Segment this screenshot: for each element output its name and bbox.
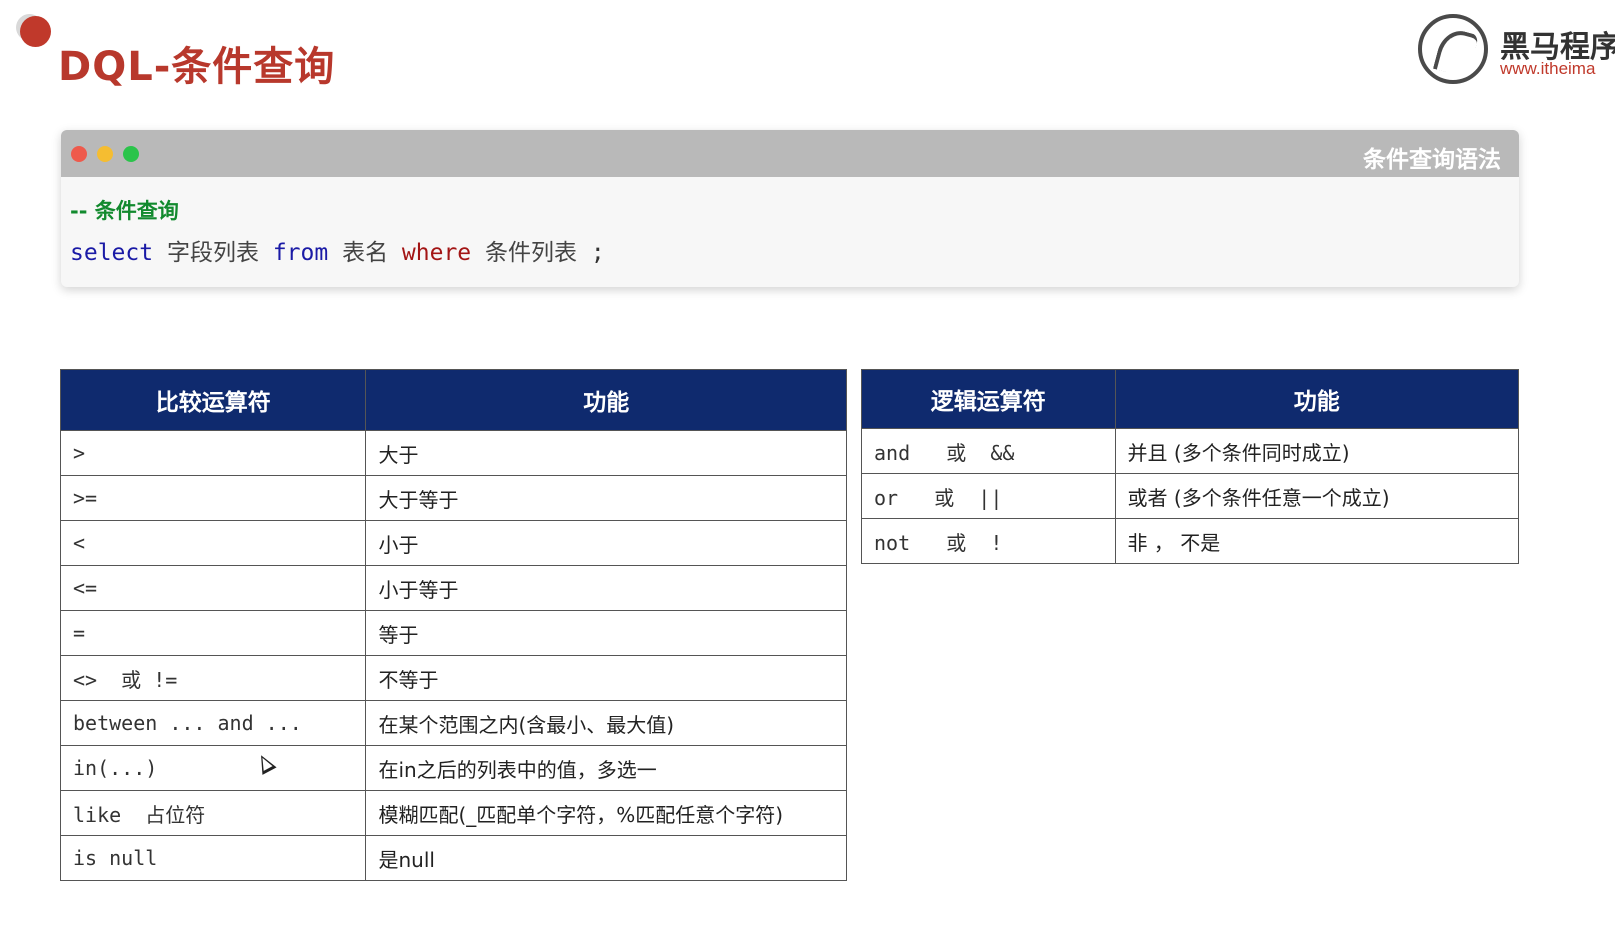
code-fields: 字段列表: [166, 240, 259, 266]
table-row: > 大于: [59, 430, 847, 476]
table-row: and 或 && 并且 (多个条件同时成立): [861, 428, 1520, 474]
column-header: 功能: [365, 369, 847, 431]
window-close-dot-icon: [71, 146, 87, 162]
table-row: < 小于: [59, 520, 847, 566]
table-row: <= 小于等于: [59, 565, 847, 611]
table-row: = 等于: [59, 610, 847, 656]
operator-cell: <: [59, 520, 367, 566]
keyword-where: where: [401, 240, 472, 266]
function-cell: 大于: [365, 430, 847, 476]
column-header: 比较运算符: [59, 369, 367, 431]
function-cell: 等于: [365, 610, 847, 656]
table-row: <> 或 != 不等于: [59, 655, 847, 701]
table-row: like 占位符 模糊匹配(_匹配单个字符，%匹配任意个字符): [59, 790, 847, 836]
table-row: not 或 ! 非 ， 不是: [861, 518, 1520, 564]
operator-cell: <=: [59, 565, 367, 611]
window-title-bar: 条件查询语法: [61, 130, 1519, 177]
function-cell: 不等于: [365, 655, 847, 701]
function-cell: 非 ， 不是: [1114, 518, 1520, 564]
keyword-from: from: [272, 240, 329, 266]
operator-cell: in(...): [59, 745, 367, 791]
table-row: or 或 || 或者 (多个条件任意一个成立): [861, 473, 1520, 519]
function-cell: 大于等于: [365, 475, 847, 521]
horse-logo-icon: [1418, 14, 1488, 84]
title-bullet-icon: [20, 16, 51, 47]
slide-title: DQL-条件查询: [58, 44, 336, 90]
logical-operators-table: 逻辑运算符 功能 and 或 && 并且 (多个条件同时成立) or 或 || …: [861, 369, 1520, 564]
function-cell: 并且 (多个条件同时成立): [1114, 428, 1520, 474]
brand-logo: 黑马程序 www.itheima: [1418, 12, 1615, 87]
code-body: -- 条件查询 select 字段列表 from 表名 where 条件列表 ;: [61, 177, 1519, 267]
function-cell: 是null: [365, 835, 847, 881]
operator-cell: >: [59, 430, 367, 476]
operator-cell: between ... and ...: [59, 700, 367, 746]
function-cell: 在某个范围之内(含最小、最大值): [365, 700, 847, 746]
code-terminator: ;: [590, 240, 605, 266]
table-row: is null 是null: [59, 835, 847, 881]
code-line: select 字段列表 from 表名 where 条件列表 ;: [70, 233, 1510, 267]
function-cell: 模糊匹配(_匹配单个字符，%匹配任意个字符): [365, 790, 847, 836]
table-row: >= 大于等于: [59, 475, 847, 521]
function-cell: 或者 (多个条件任意一个成立): [1114, 473, 1520, 519]
logo-url: www.itheima: [1500, 59, 1596, 78]
operator-cell: >=: [59, 475, 367, 521]
comparison-operators-table: 比较运算符 功能 > 大于 >= 大于等于 < 小于 <= 小于等于 = 等于 …: [59, 369, 847, 881]
slide: DQL-条件查询 黑马程序 www.itheima 条件查询语法 -- 条件查询…: [0, 0, 1615, 934]
function-cell: 小于等于: [365, 565, 847, 611]
operator-cell: like 占位符: [59, 790, 367, 836]
operator-cell: and 或 &&: [861, 428, 1116, 474]
operator-cell: is null: [59, 835, 367, 881]
table-header-row: 逻辑运算符 功能: [861, 369, 1520, 429]
operator-cell: or 或 ||: [861, 473, 1116, 519]
keyword-select: select: [70, 240, 154, 266]
window-title: 条件查询语法: [1363, 147, 1501, 173]
column-header: 功能: [1114, 369, 1520, 429]
table-row: between ... and ... 在某个范围之内(含最小、最大值): [59, 700, 847, 746]
function-cell: 小于: [365, 520, 847, 566]
table-row: in(...) 在in之后的列表中的值，多选一: [59, 745, 847, 791]
code-window: 条件查询语法 -- 条件查询 select 字段列表 from 表名 where…: [61, 130, 1519, 287]
code-comment: -- 条件查询: [70, 199, 179, 223]
table-header-row: 比较运算符 功能: [59, 369, 847, 431]
operator-cell: <> 或 !=: [59, 655, 367, 701]
function-cell: 在in之后的列表中的值，多选一: [365, 745, 847, 791]
code-table: 表名: [342, 240, 389, 266]
operator-cell: =: [59, 610, 367, 656]
window-minimize-dot-icon: [97, 146, 113, 162]
window-maximize-dot-icon: [123, 146, 139, 162]
column-header: 逻辑运算符: [861, 369, 1116, 429]
code-condition: 条件列表: [485, 240, 578, 266]
operator-cell: not 或 !: [861, 518, 1116, 564]
